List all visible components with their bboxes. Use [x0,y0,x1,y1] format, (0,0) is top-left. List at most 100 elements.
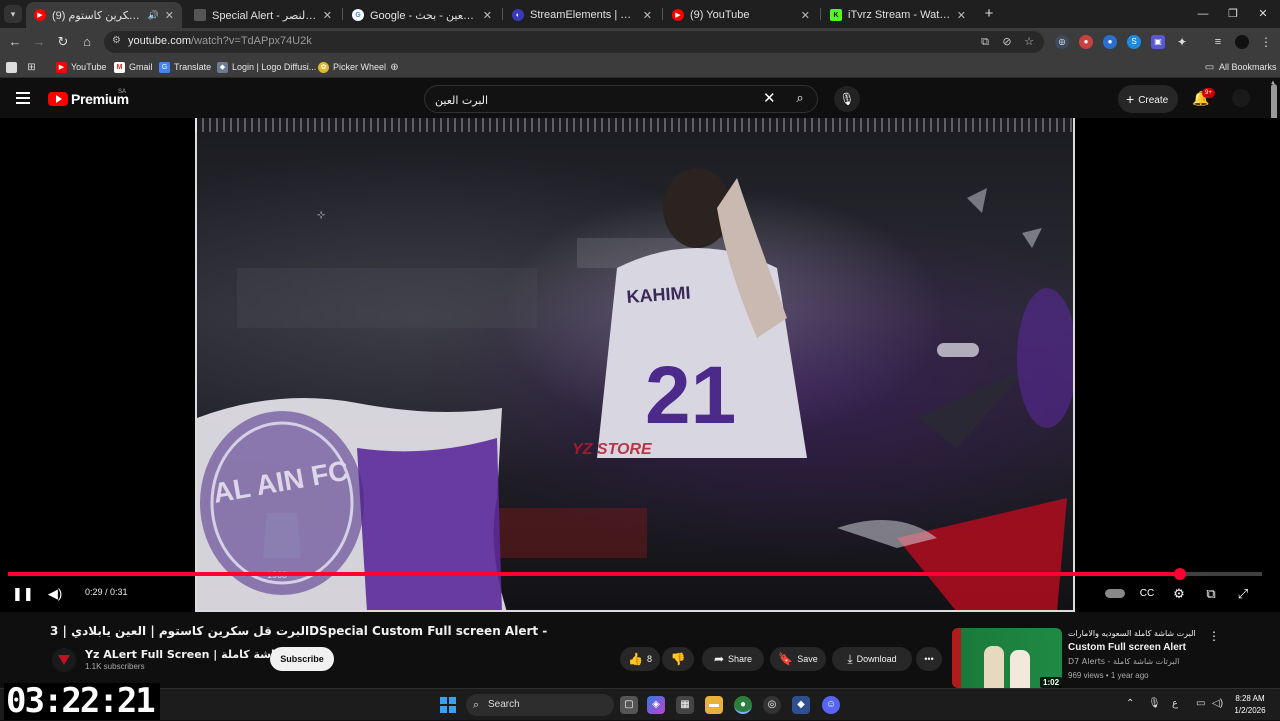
tray-mic-icon[interactable]: 🎙 [1148,698,1161,709]
video-player[interactable]: 21 KAHIMI YZ STORE AL AIN FC 1968 [0,118,1280,612]
tray-overflow-icon[interactable]: ⌃ [1126,698,1134,709]
hamburger-menu-icon[interactable] [16,92,30,104]
task-view-icon[interactable]: ▢ [620,696,638,714]
pause-button[interactable]: ❚❚ [12,584,34,604]
bookmark-star-icon[interactable]: ☆ [1022,35,1036,49]
extension-s-icon[interactable]: S [1127,35,1141,49]
site-info-icon[interactable]: ⚙ [112,35,124,47]
tab-google-search[interactable]: G Google - البرت العين - بحث ✕ [344,2,500,28]
subscribe-button[interactable]: Subscribe [270,647,334,671]
extension-puzzle-icon[interactable]: ▣ [1151,35,1165,49]
eye-slash-icon[interactable]: ⊘ [1000,35,1014,49]
volume-button[interactable]: ◀) [46,584,64,604]
all-bookmarks[interactable]: ▭ All Bookmarks [1204,60,1277,74]
tab-kick-stream[interactable]: K iTvrz Stream - Watch Live on K ✕ [822,2,974,28]
tray-volume-icon[interactable]: ◁) [1212,698,1223,709]
install-app-icon[interactable]: ⧉ [978,35,992,49]
obs-icon[interactable]: ◎ [763,696,781,714]
tab-youtube-alert-active[interactable]: ▶ البرت قل سكرين كاستوم (9) 🔊 ✕ [26,2,182,28]
new-tab-button[interactable]: + [980,5,998,23]
copilot-icon[interactable]: ◈ [647,696,665,714]
fullscreen-button[interactable]: ⤢ [1234,584,1252,604]
crowd-blur [487,508,647,558]
dislike-button[interactable]: 👎 [662,647,694,671]
back-button[interactable]: ← [6,33,24,51]
address-bar[interactable]: ⚙ youtube.com/watch?v=TdAPpx74U2k ⧉ ⊘ ☆ [104,31,1044,53]
close-tab-icon[interactable]: ✕ [483,9,492,22]
bookmark-globe[interactable]: ⊕ [389,60,400,74]
clear-search-icon[interactable]: ✕ [763,91,776,107]
home-button[interactable]: ⌂ [78,33,96,51]
taskbar-clock[interactable]: 8:28 AM 1/2/2026 [1226,693,1274,717]
file-explorer-icon[interactable]: ▬ [705,696,723,714]
close-tab-icon[interactable]: ✕ [323,9,332,22]
globe-icon: ⊕ [390,61,399,73]
create-button[interactable]: + Create [1118,85,1179,113]
channel-avatar[interactable] [52,648,76,672]
progress-scrubber-handle[interactable] [1174,568,1187,580]
chrome-icon[interactable]: ● [734,696,752,714]
bookmark-youtube[interactable]: ▶ YouTube [56,60,106,74]
extensions-menu-icon[interactable]: ✦ [1175,35,1189,49]
grid-icon[interactable]: ⊞ [26,60,37,74]
restore-window-button[interactable]: ❐ [1218,4,1248,24]
microphone-icon[interactable]: 🎙 [834,86,860,112]
browser-menu-icon[interactable]: ⋮ [1259,35,1273,49]
all-bookmarks-label: All Bookmarks [1219,62,1277,72]
settings-gear-icon[interactable]: ⚙ [1170,584,1188,604]
autoplay-toggle[interactable] [1104,584,1126,604]
miniplayer-button[interactable]: ⧉ [1202,584,1220,604]
windows-start-icon[interactable] [440,697,456,713]
close-tab-icon[interactable]: ✕ [957,9,966,22]
extension-glasses-icon[interactable]: ◎ [1055,35,1069,49]
search-box[interactable]: ✕ ⌕ [424,85,818,113]
avatar[interactable] [1232,89,1250,107]
recommended-video-duration: 1:02 [1040,677,1063,688]
bookmark-gmail[interactable]: M Gmail [114,60,153,74]
video-frame[interactable]: 21 KAHIMI YZ STORE AL AIN FC 1968 [195,118,1075,612]
video-progress-bar[interactable] [8,568,1262,580]
captions-button[interactable]: CC [1138,584,1156,604]
apps-icon[interactable] [6,60,17,74]
search-icon[interactable]: ⌕ [789,90,811,108]
close-tab-icon[interactable]: ✕ [165,9,174,22]
kebab-menu-icon[interactable]: ⋮ [1208,629,1220,643]
tab-special-alert[interactable]: Special Alert - البرت نادي النصر ✕ [186,2,340,28]
tray-language-icon[interactable]: ع [1172,698,1178,709]
extension-blue-icon[interactable]: ● [1103,35,1117,49]
close-tab-icon[interactable]: ✕ [643,9,652,22]
tab-search-button[interactable]: ▾ [4,5,22,23]
forward-button[interactable]: → [30,33,48,51]
like-button[interactable]: 👍 8 [620,647,660,671]
share-button[interactable]: ➦ Share [702,647,764,671]
store-icon[interactable]: ▦ [676,696,694,714]
time-total: 0:31 [110,587,128,597]
taskbar-search[interactable]: ⌕ Search [466,694,614,716]
download-button[interactable]: ⤓ Download [832,647,912,671]
bookmark-picker-wheel[interactable]: ✿ Picker Wheel [318,60,386,74]
extension-red-icon[interactable]: ● [1079,35,1093,49]
profile-avatar[interactable] [1235,35,1249,49]
url-text[interactable]: youtube.com/watch?v=TdAPpx74U2k [128,35,312,47]
streamlabs-icon[interactable]: ◆ [792,696,810,714]
minimize-window-button[interactable]: — [1188,4,1218,24]
search-input[interactable] [435,92,755,108]
tab-streamelements[interactable]: ◐ StreamElements | The Ultimate ✕ [504,2,660,28]
recommended-video-channel[interactable]: D7 Alerts - البرتات شاشة كاملة [1068,657,1179,666]
recommended-video-title[interactable]: البرت شاشة كاملة السعوديه والامارات [1068,628,1208,640]
youtube-icon: ▶ [672,9,684,21]
close-tab-icon[interactable]: ✕ [801,9,810,22]
speaker-icon[interactable]: 🔊 [148,10,159,21]
bookmark-logo-diffusion[interactable]: ◆ Login | Logo Diffusi... [217,60,316,74]
recommended-video-subtitle[interactable]: Custom Full screen Alert [1068,642,1208,653]
close-window-button[interactable]: ✕ [1248,4,1278,24]
tab-youtube[interactable]: ▶ (9) YouTube ✕ [664,2,818,28]
discord-icon[interactable]: ☺ [822,696,840,714]
bookmark-translate[interactable]: G Translate [159,60,211,74]
save-button[interactable]: 🔖 Save [770,647,826,671]
reading-list-icon[interactable]: ≡ [1211,35,1225,49]
youtube-logo-icon[interactable] [48,92,68,106]
tray-network-icon[interactable]: ▭ [1196,698,1205,709]
reload-button[interactable]: ↻ [54,33,72,51]
more-actions-button[interactable]: ••• [916,647,942,671]
